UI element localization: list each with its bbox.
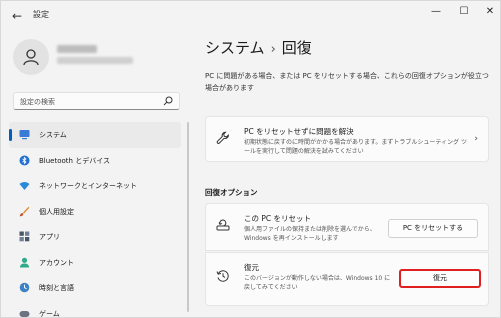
sidebar-item-bluetooth[interactable]: Bluetooth とデバイス (9, 148, 181, 174)
active-indicator (9, 129, 12, 141)
settings-search-input[interactable]: 設定の検索 (13, 92, 180, 110)
sidebar-scrollbar[interactable] (187, 122, 189, 312)
chevron-right-icon: › (474, 134, 478, 144)
sidebar-item-personalization[interactable]: 個人用設定 (9, 199, 181, 225)
page-title: 回復 (281, 39, 312, 57)
maximize-button[interactable]: ☐ (453, 5, 475, 19)
sidebar-item-label: アプリ (39, 233, 60, 241)
settings-window: ← 設定 — ☐ ✕ 設定の検索 システム Bluetooth とデバイス ネッ… (0, 0, 501, 318)
restore-button[interactable]: 復元 (399, 269, 481, 288)
breadcrumb-separator: › (270, 42, 276, 57)
sidebar-nav: システム Bluetooth とデバイス ネットワークとインターネット 個人用設… (9, 122, 181, 318)
system-icon (19, 130, 30, 140)
sidebar-item-gaming[interactable]: ゲーム (9, 301, 181, 318)
reset-pc-icon (216, 219, 230, 231)
title-bar: ← 設定 — ☐ ✕ (1, 1, 501, 31)
user-profile[interactable] (13, 37, 183, 81)
game-icon (19, 310, 30, 317)
go-back-title: 復元 (244, 263, 259, 272)
close-button[interactable]: ✕ (479, 5, 501, 19)
history-icon (216, 270, 229, 282)
person-icon (23, 49, 39, 66)
wifi-icon (19, 182, 30, 190)
apps-icon (19, 231, 30, 242)
sidebar-item-label: 時刻と言語 (39, 284, 74, 292)
reset-pc-title: この PC をリセット (244, 214, 312, 223)
troubleshoot-subtitle: 初期状態に戻すのに時間がかかる場合があります。まずトラブルシューティング ツール… (244, 139, 467, 155)
breadcrumb-parent[interactable]: システム (205, 39, 265, 57)
sidebar-item-label: アカウント (39, 258, 74, 267)
bluetooth-icon (19, 155, 30, 165)
reset-pc-button[interactable]: PC をリセットする (388, 219, 478, 238)
back-arrow-icon[interactable]: ← (9, 8, 25, 24)
wrench-icon (216, 131, 229, 144)
search-placeholder: 設定の検索 (20, 98, 55, 106)
sidebar-item-label: ネットワークとインターネット (39, 182, 137, 190)
brush-icon (19, 206, 30, 216)
sidebar-item-apps[interactable]: アプリ (9, 224, 181, 250)
reset-pc-card: この PC をリセット 個人用ファイルの保持または削除を選んでから、Window… (205, 203, 489, 251)
sidebar-item-label: Bluetooth とデバイス (39, 156, 110, 165)
recovery-options-heading: 回復オプション (205, 188, 258, 197)
go-back-card: 復元 このバージョンが動作しない場合は、Windows 10 に戻してみてくださ… (205, 252, 489, 306)
sidebar-item-system[interactable]: システム (9, 122, 181, 148)
time-language-icon (19, 282, 30, 293)
app-title: 設定 (33, 10, 49, 19)
minimize-button[interactable]: — (425, 5, 447, 19)
breadcrumb: システム › 回復 (205, 37, 312, 58)
go-back-subtitle: このバージョンが動作しない場合は、Windows 10 に戻してみてください (244, 275, 391, 291)
search-icon (163, 96, 173, 106)
profile-name-redacted (57, 45, 97, 53)
avatar (13, 39, 49, 75)
sidebar-item-label: 個人用設定 (39, 207, 74, 216)
sidebar-item-network[interactable]: ネットワークとインターネット (9, 173, 181, 199)
troubleshoot-card[interactable]: PC をリセットせずに問題を解決 初期状態に戻すのに時間がかかる場合があります。… (205, 116, 489, 162)
sidebar-item-label: システム (39, 131, 67, 139)
profile-email-redacted (57, 57, 133, 64)
reset-pc-subtitle: 個人用ファイルの保持または削除を選んでから、Windows を再インストールしま… (244, 226, 376, 242)
sidebar-item-time-language[interactable]: 時刻と言語 (9, 275, 181, 301)
sidebar-item-label: ゲーム (39, 309, 60, 318)
account-icon (20, 257, 29, 267)
sidebar-item-accounts[interactable]: アカウント (9, 250, 181, 276)
page-description: PC に問題がある場合、または PC をリセットする場合、これらの回復オプション… (205, 72, 489, 92)
troubleshoot-title: PC をリセットせずに問題を解決 (244, 127, 354, 136)
